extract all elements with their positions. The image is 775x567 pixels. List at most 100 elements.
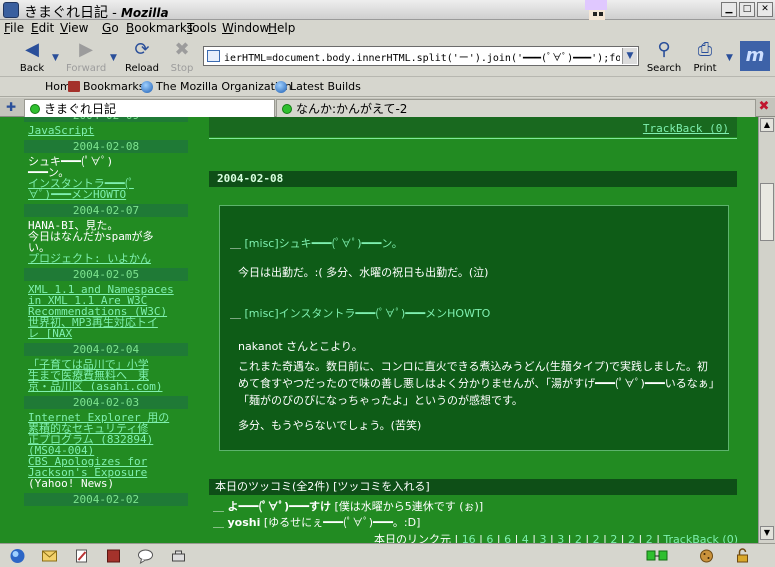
globe-icon: [275, 80, 287, 93]
sidebar-date-heading[interactable]: 2004-02-08: [24, 140, 188, 153]
forward-button[interactable]: ▶ Forward: [66, 39, 106, 76]
url-bar[interactable]: ▼: [203, 46, 639, 66]
scroll-down-icon[interactable]: ▼: [760, 526, 774, 540]
navigator-globe-icon[interactable]: [9, 548, 26, 564]
minimize-icon[interactable]: ▁: [721, 2, 737, 17]
status-bar: [0, 543, 775, 567]
sidebar-link[interactable]: 京・品川区 (asahi.com): [24, 381, 188, 392]
sidebar-date-heading[interactable]: 2004-02-07: [24, 204, 188, 217]
stop-button[interactable]: ✖ Stop: [162, 39, 202, 76]
reload-button[interactable]: ⟳ Reload: [122, 39, 162, 76]
new-tab-icon[interactable]: ✚: [3, 100, 19, 115]
sidebar-link[interactable]: JavaScript: [24, 125, 188, 136]
menu-file[interactable]: File: [4, 21, 24, 35]
window-title-app: Mozilla: [120, 6, 169, 20]
sidebar-link[interactable]: プロジェクト: いよかん: [24, 253, 188, 264]
comment-anchor[interactable]: ＿: [213, 516, 228, 529]
separator: |: [635, 533, 643, 543]
previous-entry-footer: TrackBack (0): [209, 117, 737, 137]
sidebar-date-heading[interactable]: 2004-02-05: [24, 268, 188, 281]
scroll-thumb[interactable]: [760, 183, 774, 241]
menu-bookmarks[interactable]: Bookmarks: [126, 21, 193, 35]
address-book-icon[interactable]: [105, 548, 122, 564]
print-button[interactable]: ⎙ Print: [685, 39, 725, 76]
vertical-scrollbar[interactable]: ▲ ▼: [758, 117, 775, 543]
security-lock-icon[interactable]: [734, 548, 751, 564]
menu-go[interactable]: Go: [102, 21, 119, 35]
referrer-count-link[interactable]: 3: [540, 533, 547, 543]
referrer-count-link[interactable]: 2: [593, 533, 600, 543]
printer-icon: ⎙: [697, 39, 713, 60]
divider: [209, 138, 737, 139]
tab-nanka[interactable]: なんか:かんがえて-2: [276, 99, 756, 117]
trackback-link[interactable]: TrackBack (0): [643, 122, 729, 135]
mail-icon[interactable]: [41, 548, 58, 564]
menu-bar: File Edit View Go Bookmarks Tools Window…: [0, 20, 775, 37]
separator: |: [528, 533, 536, 543]
maximize-icon[interactable]: □: [739, 2, 755, 17]
scroll-up-icon[interactable]: ▲: [760, 118, 774, 132]
mozilla-org-link[interactable]: The Mozilla Organization: [141, 80, 292, 93]
sidebar-date-heading[interactable]: 2004-02-09: [24, 117, 188, 122]
menu-edit[interactable]: Edit: [31, 21, 54, 35]
entry-title-1-text[interactable]: [misc]シュキ━━━(ﾟ∀ﾟ)━━━ン。: [245, 237, 403, 250]
referrer-count-link[interactable]: 2: [646, 533, 653, 543]
referrer-count-link[interactable]: 4: [522, 533, 529, 543]
separator: |: [652, 533, 660, 543]
stop-label: Stop: [170, 63, 194, 74]
entry-title-1: ＿ [misc]シュキ━━━(ﾟ∀ﾟ)━━━ン。: [230, 235, 403, 251]
entry-title-2-text[interactable]: [misc]インスタントラ━━━(ﾟ∀ﾟ)━━━メンHOWTO: [245, 307, 491, 320]
mozilla-app-icon[interactable]: [3, 2, 19, 18]
diary-sidebar: 2004-02-09JavaScript2004-02-08シュキ━━━(ﾟ∀ﾟ…: [24, 117, 188, 535]
chat-icon[interactable]: [137, 548, 154, 564]
search-button[interactable]: ⚲ Search: [644, 39, 684, 76]
home-icon: [30, 81, 42, 92]
close-icon[interactable]: ✕: [757, 2, 773, 17]
url-input[interactable]: [224, 48, 620, 64]
trackback-link[interactable]: TrackBack (0): [663, 533, 738, 543]
sidebar-date-heading[interactable]: 2004-02-04: [24, 343, 188, 356]
section-anchor[interactable]: ＿: [230, 307, 245, 320]
cookie-icon[interactable]: [698, 548, 715, 564]
comment-anchor[interactable]: ＿: [213, 500, 228, 513]
separator: |: [511, 533, 519, 543]
online-status-icon[interactable]: [646, 548, 668, 564]
composer-icon[interactable]: [73, 548, 90, 564]
tab-kimagure[interactable]: きまぐれ日記: [24, 99, 275, 117]
referrer-count-link[interactable]: 2: [628, 533, 635, 543]
mozilla-logo[interactable]: m: [740, 41, 770, 71]
window-title-sep: -: [108, 6, 121, 21]
menu-window[interactable]: Window: [222, 21, 269, 35]
print-dropdown-icon[interactable]: ▼: [726, 53, 735, 65]
reload-label: Reload: [124, 63, 160, 74]
referrer-links: 本日のリンク元 | 16 | 6 | 6 | 4 | 3 | 3 | 2 | 2…: [300, 531, 738, 543]
back-button[interactable]: ◀ Back: [12, 39, 52, 76]
sidebar-link[interactable]: レ [NAX: [24, 328, 188, 339]
referrer-count-link[interactable]: 2: [575, 533, 582, 543]
separator: |: [493, 533, 501, 543]
sidebar-date-heading[interactable]: 2004-02-03: [24, 396, 188, 409]
menu-tools[interactable]: Tools: [187, 21, 217, 35]
back-dropdown-icon[interactable]: ▼: [52, 53, 61, 65]
connection-icon[interactable]: [170, 548, 187, 564]
menu-view[interactable]: View: [60, 21, 88, 35]
referrer-label: 本日のリンク元 |: [373, 533, 459, 543]
section-anchor[interactable]: ＿: [230, 237, 245, 250]
comments-header[interactable]: 本日のツッコミ(全2件) [ツッコミを入れる]: [209, 479, 737, 495]
comment-text: [ゆるせにぇ━━━(ﾟ∀ﾟ)━━━。:D]: [263, 516, 421, 529]
sidebar-link[interactable]: ∀ﾟ)━━━メンHOWTO: [24, 189, 188, 200]
bookmarks-menu[interactable]: Bookmarks: [68, 80, 144, 93]
comment-author: yoshi: [227, 516, 261, 529]
forward-label: Forward: [66, 63, 107, 74]
url-dropdown-icon[interactable]: ▼: [622, 48, 637, 64]
menu-help[interactable]: Help: [268, 21, 295, 35]
window-controls: ▁ □ ✕: [721, 2, 773, 17]
forward-dropdown-icon[interactable]: ▼: [110, 53, 119, 65]
referrer-count-link[interactable]: 16: [462, 533, 476, 543]
sidebar-date-heading[interactable]: 2004-02-02: [24, 493, 188, 506]
comment-item: ＿ yoshi [ゆるせにぇ━━━(ﾟ∀ﾟ)━━━。:D]: [213, 514, 420, 530]
close-tab-icon[interactable]: ✖: [757, 99, 771, 114]
latest-builds-link[interactable]: Latest Builds: [275, 80, 361, 93]
forward-arrow-icon: ▶: [79, 39, 93, 60]
globe-icon: [141, 80, 153, 93]
